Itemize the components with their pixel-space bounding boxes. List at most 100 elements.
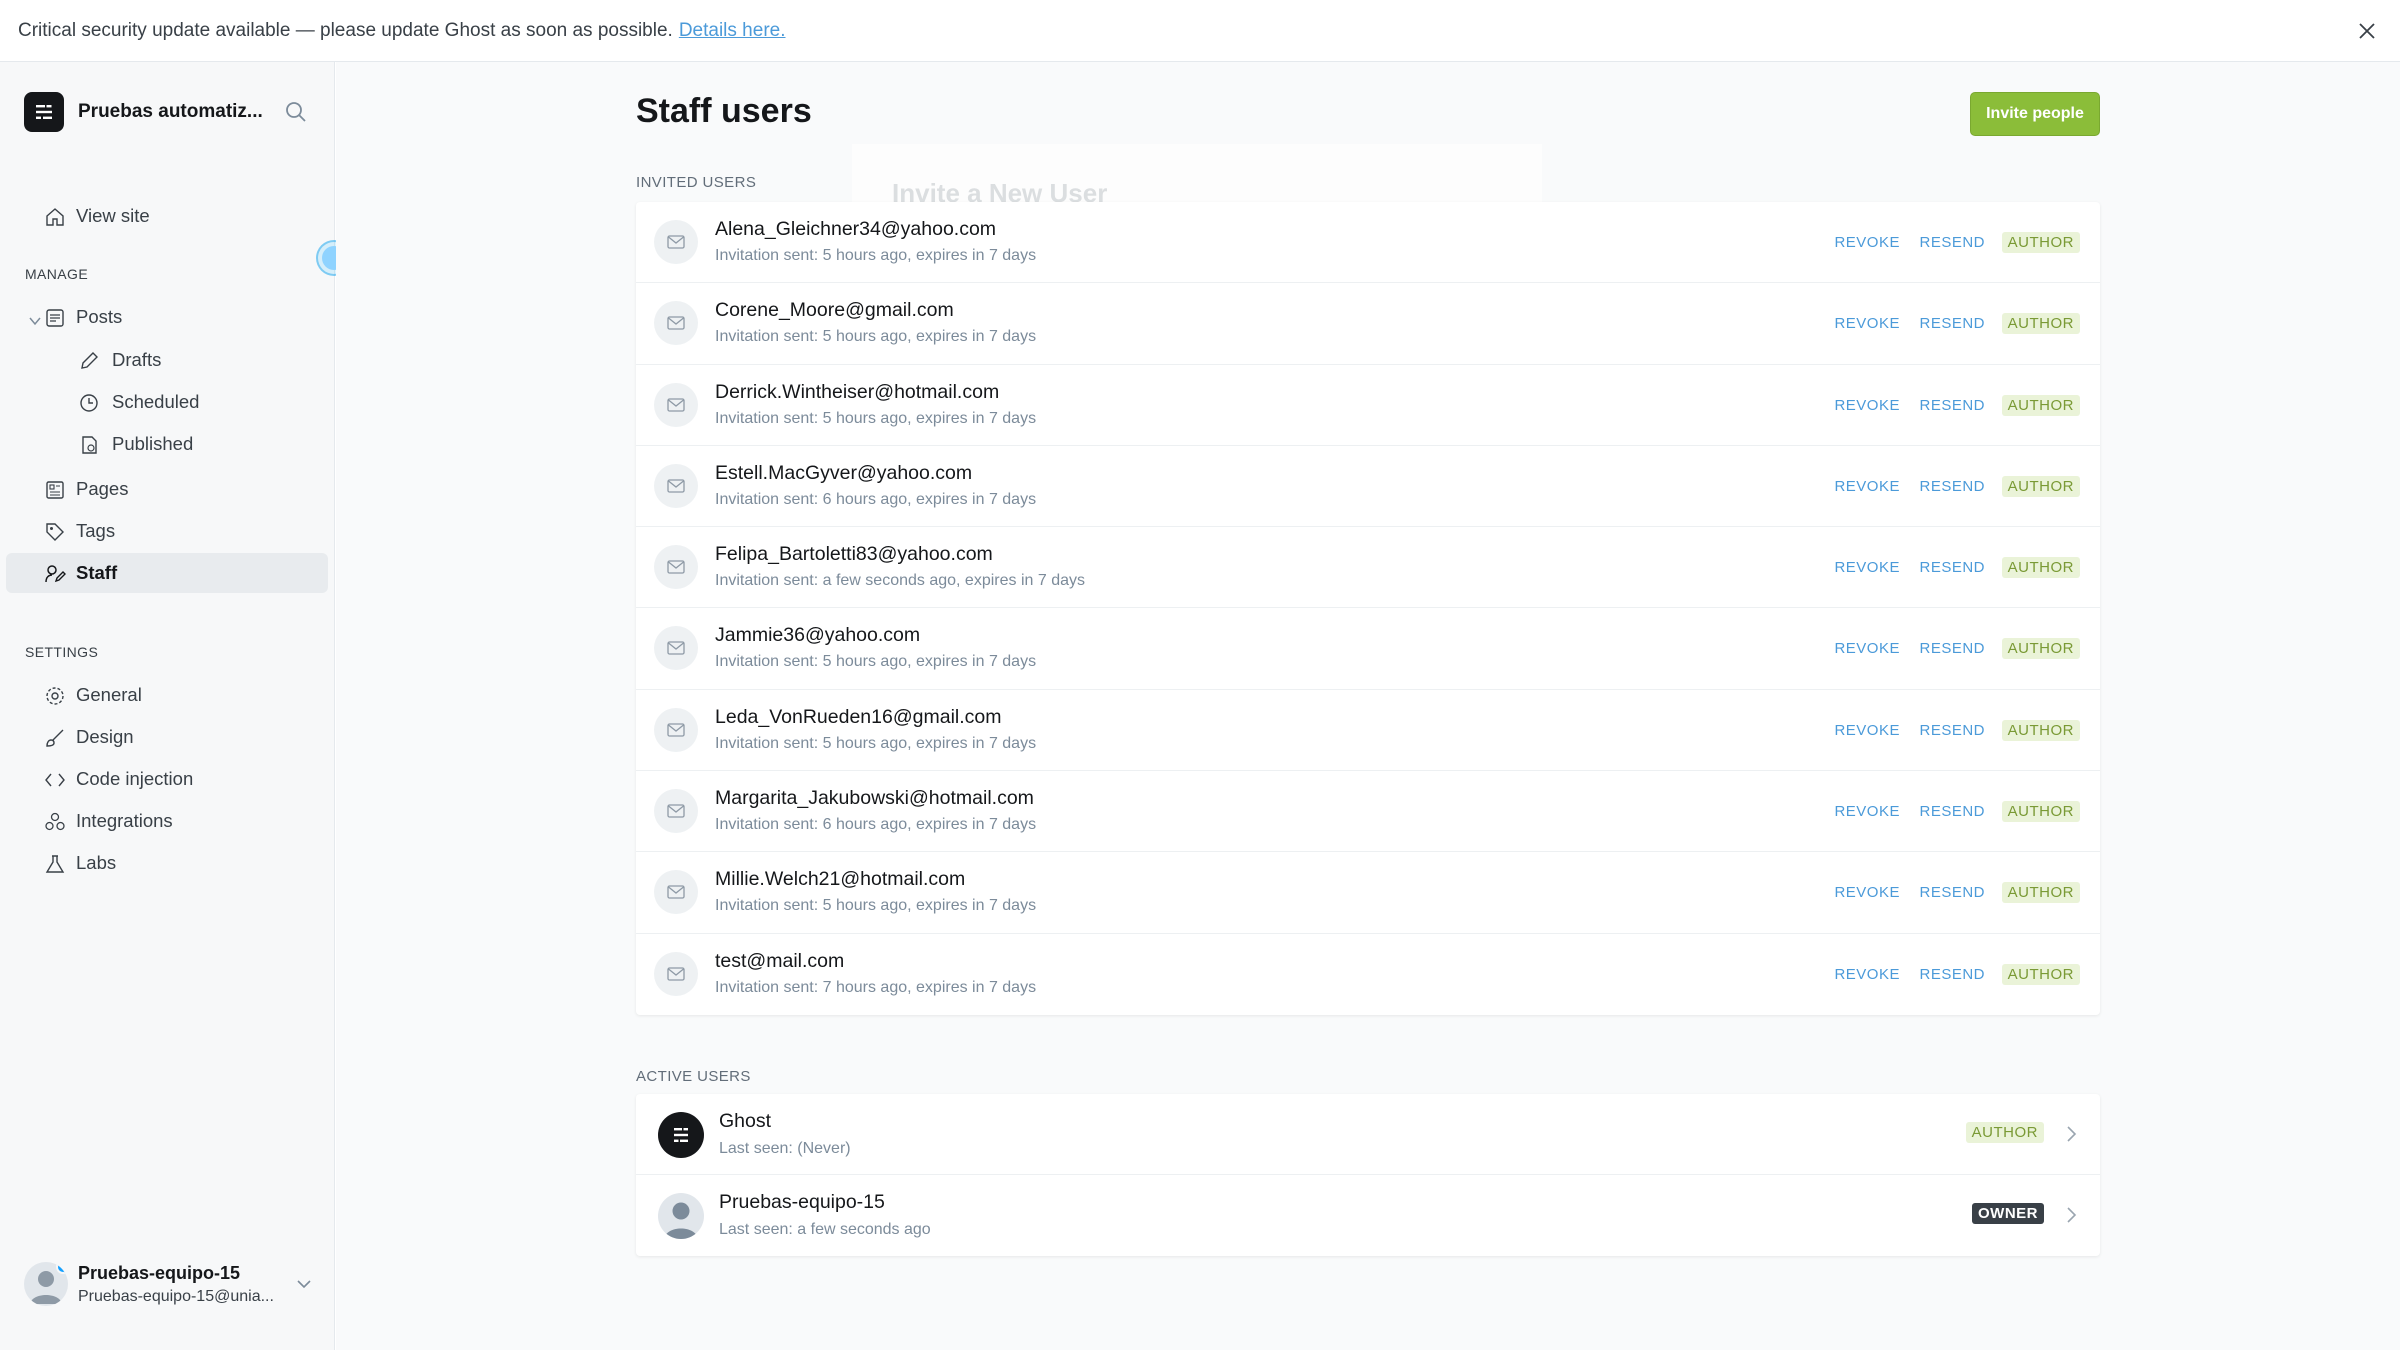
invite-status: Invitation sent: 6 hours ago, expires in…	[715, 816, 1037, 834]
sidebar-item-label: Published	[112, 433, 194, 454]
revoke-button[interactable]: REVOKE	[1834, 884, 1900, 901]
envelope-icon	[654, 382, 698, 427]
resend-button[interactable]: RESEND	[1919, 884, 1985, 901]
table-row: Corene_Moore@gmail.com Invitation sent: 5…	[636, 283, 2100, 365]
sidebar-item-drafts[interactable]: Drafts	[6, 340, 328, 380]
chevron-down-icon[interactable]	[294, 1274, 314, 1294]
code-icon	[44, 769, 66, 791]
invite-status: Invitation sent: 5 hours ago, expires in…	[715, 247, 1037, 264]
role-badge: AUTHOR	[2001, 638, 2080, 660]
settings-section-label: SETTINGS	[25, 644, 99, 660]
security-banner: Critical security update available — ple…	[0, 0, 2400, 62]
sidebar-item-published[interactable]: Published	[6, 424, 328, 464]
search-icon[interactable]	[284, 100, 310, 126]
role-badge: AUTHOR	[2001, 232, 2080, 253]
role-badge: AUTHOR	[2001, 557, 2080, 579]
resend-button[interactable]: RESEND	[1919, 722, 1985, 739]
revoke-button[interactable]: REVOKE	[1834, 803, 1900, 820]
banner-details-link[interactable]: Details here.	[679, 20, 786, 42]
resend-button[interactable]: RESEND	[1919, 803, 1985, 820]
list-item[interactable]: Pruebas-equipo-15 Last seen: a few secon…	[636, 1175, 2100, 1256]
revoke-button[interactable]: REVOKE	[1834, 559, 1900, 576]
avatar	[658, 1193, 704, 1239]
revoke-button[interactable]: REVOKE	[1834, 234, 1900, 251]
avatar	[24, 1262, 68, 1306]
resend-button[interactable]: RESEND	[1919, 234, 1985, 251]
user-name: Pruebas-equipo-15	[78, 1262, 241, 1283]
sidebar-item-label: Design	[76, 726, 134, 747]
tag-icon	[44, 521, 66, 543]
invite-email: test@mail.com	[715, 949, 845, 972]
sidebar-item-general[interactable]: General	[6, 675, 328, 715]
resend-button[interactable]: RESEND	[1919, 640, 1985, 657]
sidebar-item-staff[interactable]: Staff	[6, 553, 328, 593]
revoke-button[interactable]: REVOKE	[1834, 640, 1900, 657]
ghost-logo-icon	[24, 92, 64, 132]
invite-email: Jammie36@yahoo.com	[715, 624, 921, 647]
role-badge: AUTHOR	[2001, 475, 2080, 497]
integrations-icon	[44, 811, 66, 833]
sidebar-item-posts[interactable]: Posts	[6, 297, 328, 337]
active-users-list: Ghost Last seen: (Never) AUTHOR Pruebas-…	[636, 1094, 2100, 1256]
envelope-icon	[654, 707, 698, 752]
banner-text: Critical security update available — ple…	[18, 19, 673, 41]
clock-icon	[78, 392, 100, 414]
invite-status: Invitation sent: 5 hours ago, expires in…	[715, 734, 1037, 752]
table-row: Derrick.Wintheiser@hotmail.com Invitation…	[636, 365, 2100, 446]
sidebar-item-tags[interactable]: Tags	[6, 511, 328, 551]
table-row: Margarita_Jakubowski@hotmail.com Invitati…	[636, 771, 2100, 853]
user-email: Pruebas-equipo-15@unia...	[78, 1287, 274, 1305]
table-row: Jammie36@yahoo.com Invitation sent: 5 hou…	[636, 608, 2100, 690]
sidebar-item-view-site[interactable]: View site	[6, 196, 328, 236]
invite-status: Invitation sent: 5 hours ago, expires in…	[715, 409, 1037, 427]
role-badge: AUTHOR	[2001, 394, 2080, 416]
user-menu[interactable]: Pruebas-equipo-15 Pruebas-equipo-15@unia…	[24, 1254, 314, 1314]
role-badge: AUTHOR	[2001, 313, 2080, 335]
manage-section-label: MANAGE	[25, 266, 89, 282]
envelope-icon	[654, 951, 698, 996]
invite-email: Margarita_Jakubowski@hotmail.com	[715, 787, 1034, 810]
revoke-button[interactable]: REVOKE	[1834, 722, 1900, 739]
sidebar-item-label: General	[76, 684, 142, 705]
invite-status: Invitation sent: a few seconds ago, expi…	[715, 572, 1085, 590]
envelope-icon	[654, 626, 698, 671]
resend-button[interactable]: RESEND	[1919, 966, 1985, 983]
sidebar-item-label: Code injection	[76, 768, 194, 789]
role-badge: AUTHOR	[2001, 882, 2080, 904]
sidebar-item-scheduled[interactable]: Scheduled	[6, 382, 328, 422]
close-icon[interactable]	[2352, 16, 2382, 46]
invite-email: Alena_Gleichner34@yahoo.com	[715, 218, 997, 240]
invite-email: Leda_VonRueden16@gmail.com	[715, 705, 1002, 728]
resend-button[interactable]: RESEND	[1919, 315, 1985, 332]
resend-button[interactable]: RESEND	[1919, 478, 1985, 495]
pencil-icon	[78, 350, 100, 372]
chevron-right-icon	[2062, 1124, 2080, 1144]
envelope-icon	[654, 870, 698, 915]
sidebar-item-labs[interactable]: Labs	[6, 843, 328, 883]
sidebar-item-label: View site	[76, 205, 150, 226]
invite-people-button[interactable]: Invite people	[1970, 92, 2100, 136]
site-brand[interactable]: Pruebas automatiz...	[24, 92, 268, 132]
envelope-icon	[654, 545, 698, 590]
invite-email: Estell.MacGyver@yahoo.com	[715, 461, 973, 484]
invite-email: Corene_Moore@gmail.com	[715, 299, 954, 322]
sidebar-item-design[interactable]: Design	[6, 717, 328, 757]
list-item[interactable]: Ghost Last seen: (Never) AUTHOR	[636, 1094, 2100, 1175]
revoke-button[interactable]: REVOKE	[1834, 397, 1900, 414]
sidebar-item-label: Labs	[76, 852, 117, 873]
envelope-icon	[654, 463, 698, 508]
resend-button[interactable]: RESEND	[1919, 397, 1985, 414]
resend-button[interactable]: RESEND	[1919, 559, 1985, 576]
chevron-down-icon[interactable]	[28, 311, 42, 326]
brush-icon	[44, 727, 66, 749]
sidebar-item-pages[interactable]: Pages	[6, 469, 328, 509]
revoke-button[interactable]: REVOKE	[1834, 478, 1900, 495]
invite-status: Invitation sent: 5 hours ago, expires in…	[715, 897, 1037, 915]
revoke-button[interactable]: REVOKE	[1834, 966, 1900, 983]
revoke-button[interactable]: REVOKE	[1834, 315, 1900, 332]
notification-dot	[56, 1262, 68, 1274]
published-icon	[78, 434, 100, 456]
sidebar-item-code-injection[interactable]: Code injection	[6, 759, 328, 799]
sidebar-item-integrations[interactable]: Integrations	[6, 801, 328, 841]
invite-email: Derrick.Wintheiser@hotmail.com	[715, 380, 1000, 403]
